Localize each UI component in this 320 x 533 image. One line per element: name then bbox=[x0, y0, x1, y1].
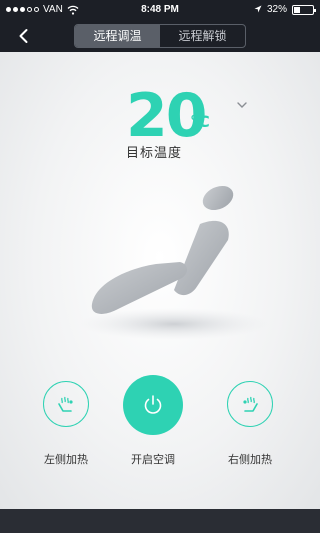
battery-icon bbox=[292, 4, 316, 15]
chevron-down-icon[interactable] bbox=[236, 100, 248, 110]
nav-bar: 远程调温 远程解锁 bbox=[0, 20, 320, 52]
right-seat-heat-label: 右侧加热 bbox=[228, 453, 272, 466]
ac-power-label: 开启空调 bbox=[131, 453, 175, 466]
location-arrow-icon bbox=[254, 5, 262, 13]
seat-heat-icon bbox=[58, 396, 73, 412]
chevron-left-icon[interactable] bbox=[14, 26, 34, 46]
right-seat-heat-button[interactable] bbox=[227, 381, 273, 427]
bottom-bar bbox=[0, 509, 320, 533]
tab-remote-unlock[interactable]: 远程解锁 bbox=[160, 25, 245, 47]
left-seat-heat-label: 左侧加热 bbox=[44, 453, 88, 466]
app-screen: VAN 8:48 PM 32% 远程调温 远程解锁 20 °C 目标温度 左侧加… bbox=[0, 0, 320, 533]
power-icon bbox=[144, 395, 162, 414]
seat-illustration bbox=[79, 185, 269, 340]
status-bar: VAN 8:48 PM 32% bbox=[0, 0, 320, 20]
temperature-label: 目标温度 bbox=[126, 146, 183, 161]
status-right: 32% bbox=[254, 4, 316, 15]
segmented-tabs: 远程调温 远程解锁 bbox=[74, 24, 246, 48]
battery-percent: 32% bbox=[266, 4, 287, 15]
left-seat-heat-button[interactable] bbox=[43, 381, 89, 427]
tab-remote-temperature[interactable]: 远程调温 bbox=[75, 25, 160, 47]
seat-heat-icon bbox=[243, 396, 258, 412]
main-content: 20 °C 目标温度 左侧加热 开启空调 右侧加热 bbox=[0, 52, 320, 509]
temperature-unit: °C bbox=[190, 112, 210, 131]
ac-power-button[interactable] bbox=[123, 375, 183, 435]
